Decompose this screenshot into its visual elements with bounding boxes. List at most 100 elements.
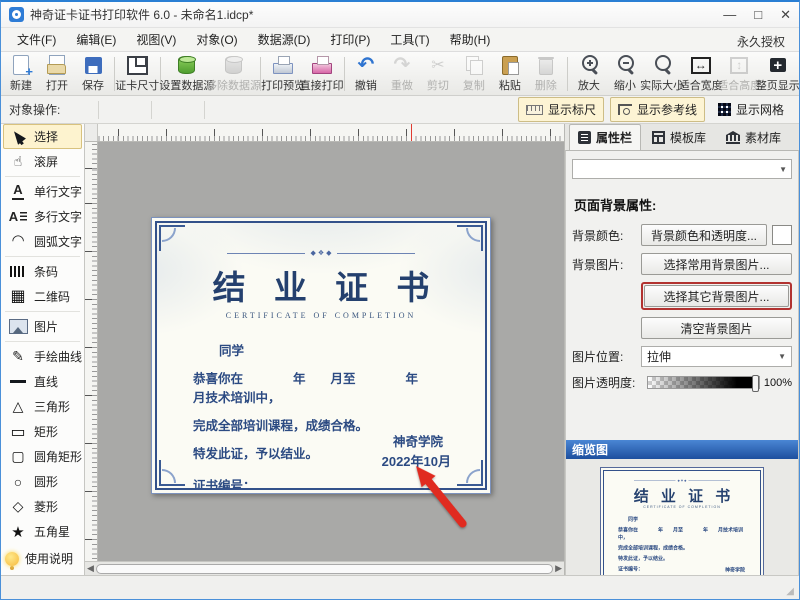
- close-button[interactable]: ✕: [780, 8, 791, 21]
- menu-print[interactable]: 打印(P): [320, 28, 380, 51]
- tool-image[interactable]: 图片: [3, 314, 82, 339]
- zin-icon: [577, 54, 601, 76]
- fit-page-button[interactable]: 整页显示: [759, 53, 798, 94]
- new-icon: [9, 54, 33, 76]
- separator: [5, 176, 80, 177]
- minimize-button[interactable]: —: [723, 8, 736, 21]
- tab-materials[interactable]: 素材库: [717, 124, 790, 150]
- object-selector-dropdown[interactable]: ▼: [572, 159, 792, 179]
- design-canvas[interactable]: ◆ ❖ ◆ 结 业 证 书 CERTIFICATE OF COMPLETION …: [98, 142, 564, 561]
- img-icon: [8, 318, 28, 336]
- fitw-icon: [689, 54, 713, 76]
- set-datasource-button[interactable]: 设置数据源: [164, 53, 211, 94]
- undo-button[interactable]: 撤销: [348, 53, 384, 94]
- menu-help[interactable]: 帮助(H): [440, 28, 501, 51]
- copy-button[interactable]: 复制: [456, 53, 492, 94]
- tool-line[interactable]: 直线: [3, 369, 82, 394]
- maximize-button[interactable]: □: [754, 8, 762, 21]
- tool-arc-text[interactable]: 圆弧文字: [3, 229, 82, 254]
- horizontal-scrollbar[interactable]: ◀ ▶: [85, 561, 564, 575]
- tool-pan[interactable]: 滚屏: [3, 149, 82, 174]
- paste-icon: [498, 54, 522, 76]
- bg-other-image-button[interactable]: 选择其它背景图片...: [644, 285, 789, 307]
- tool-multi-text[interactable]: 多行文字: [3, 204, 82, 229]
- fit-height-button[interactable]: 适合高度: [720, 53, 759, 94]
- scrollbar-thumb[interactable]: [96, 564, 553, 574]
- ruler-label: [85, 217, 97, 265]
- mtext-icon: [8, 208, 28, 226]
- bg-color-button[interactable]: 背景颜色和透明度...: [641, 224, 767, 246]
- tri-icon: [8, 398, 28, 416]
- paste-button[interactable]: 粘贴: [492, 53, 528, 94]
- thumbnail-area: ◆ ❖ ◆ 结 业 证 书 CERTIFICATE OF COMPLETION …: [566, 459, 798, 591]
- separator: [98, 101, 99, 119]
- show-guides-button[interactable]: 显示参考线: [610, 97, 705, 122]
- tool-circle[interactable]: 圆形: [3, 469, 82, 494]
- new-button[interactable]: 新建: [3, 53, 39, 94]
- save-button[interactable]: 保存: [75, 53, 111, 94]
- menu-object[interactable]: 对象(O): [186, 28, 247, 51]
- tool-rectangle[interactable]: 矩形: [3, 419, 82, 444]
- separator: [344, 57, 345, 91]
- open-button[interactable]: 打开: [39, 53, 75, 94]
- properties-panel: ▼ 页面背景属性: 背景颜色: 背景颜色和透明度... 背景图片: 选择常用背景…: [565, 150, 799, 592]
- tool-star[interactable]: 五角星: [3, 519, 82, 544]
- circle-icon: [8, 473, 28, 491]
- thumbnail-cert-issuer: 神奇学院: [725, 566, 745, 574]
- menu-file[interactable]: 文件(F): [7, 28, 66, 51]
- tool-barcode[interactable]: 条码: [3, 259, 82, 284]
- tool-qrcode[interactable]: 二维码: [3, 284, 82, 309]
- object-operations-bar: 对象操作: 显示标尺 显示参考线 显示网格: [1, 96, 799, 124]
- tool-rounded-rect[interactable]: 圆角矩形: [3, 444, 82, 469]
- bg-common-image-button[interactable]: 选择常用背景图片...: [641, 253, 792, 275]
- qr-icon: [8, 288, 28, 306]
- certificate-page[interactable]: ◆ ❖ ◆ 结 业 证 书 CERTIFICATE OF COMPLETION …: [151, 217, 491, 494]
- tool-triangle[interactable]: 三角形: [3, 394, 82, 419]
- tool-single-text[interactable]: 单行文字: [3, 179, 82, 204]
- menu-view[interactable]: 视图(V): [126, 28, 186, 51]
- tool-freehand[interactable]: 手绘曲线: [3, 344, 82, 369]
- pencil-icon: [8, 348, 28, 366]
- scroll-right-icon[interactable]: ▶: [555, 564, 562, 573]
- show-ruler-button[interactable]: 显示标尺: [518, 97, 604, 122]
- direct-print-button[interactable]: 直接打印: [302, 53, 341, 94]
- help-button[interactable]: 使用说明: [5, 550, 73, 567]
- corner-ornament: [457, 460, 483, 486]
- bg-color-swatch[interactable]: [772, 225, 792, 245]
- image-position-dropdown[interactable]: 拉伸▼: [641, 346, 792, 367]
- card-size-button[interactable]: 证卡尺寸: [118, 53, 157, 94]
- menu-edit[interactable]: 编辑(E): [66, 28, 126, 51]
- redo-button[interactable]: 重做: [384, 53, 420, 94]
- print-preview-button[interactable]: 打印预览: [264, 53, 303, 94]
- tool-select[interactable]: 选择: [3, 124, 82, 149]
- thumbnail-preview[interactable]: ◆ ❖ ◆ 结 业 证 书 CERTIFICATE OF COMPLETION …: [600, 467, 764, 591]
- chevron-down-icon: ▼: [778, 352, 786, 361]
- scroll-left-icon[interactable]: ◀: [87, 564, 94, 573]
- zoom-out-button[interactable]: 缩小: [607, 53, 643, 94]
- corner-ornament: [457, 225, 483, 251]
- cut-button[interactable]: 剪切: [420, 53, 456, 94]
- tool-diamond[interactable]: 菱形: [3, 494, 82, 519]
- zoom-in-button[interactable]: 放大: [571, 53, 607, 94]
- ruler-label: [118, 124, 166, 141]
- bg-clear-button[interactable]: 清空背景图片: [641, 317, 792, 339]
- show-grid-button[interactable]: 显示网格: [711, 98, 791, 121]
- rrect-icon: [8, 448, 28, 466]
- ruler-label: [310, 124, 358, 141]
- tab-templates[interactable]: 模板库: [643, 124, 715, 150]
- delete-button[interactable]: 删除: [528, 53, 564, 94]
- thumbnail-cert-title: 结 业 证 书: [604, 484, 760, 506]
- resize-grip[interactable]: ◢: [786, 586, 797, 597]
- lightbulb-icon: [5, 552, 19, 566]
- tab-properties[interactable]: 属性栏: [569, 124, 641, 150]
- fit-width-button[interactable]: 适合宽度: [681, 53, 720, 94]
- star-icon: [8, 523, 28, 541]
- props-icon: [578, 131, 591, 144]
- menu-datasource[interactable]: 数据源(D): [248, 28, 321, 51]
- actual-size-button[interactable]: 实际大小: [643, 53, 682, 94]
- remove-datasource-button[interactable]: 移除数据源: [210, 53, 257, 94]
- opacity-slider[interactable]: [647, 376, 760, 389]
- ruler-label: [454, 124, 502, 141]
- menu-tools[interactable]: 工具(T): [380, 28, 439, 51]
- ruler-corner: [85, 124, 98, 141]
